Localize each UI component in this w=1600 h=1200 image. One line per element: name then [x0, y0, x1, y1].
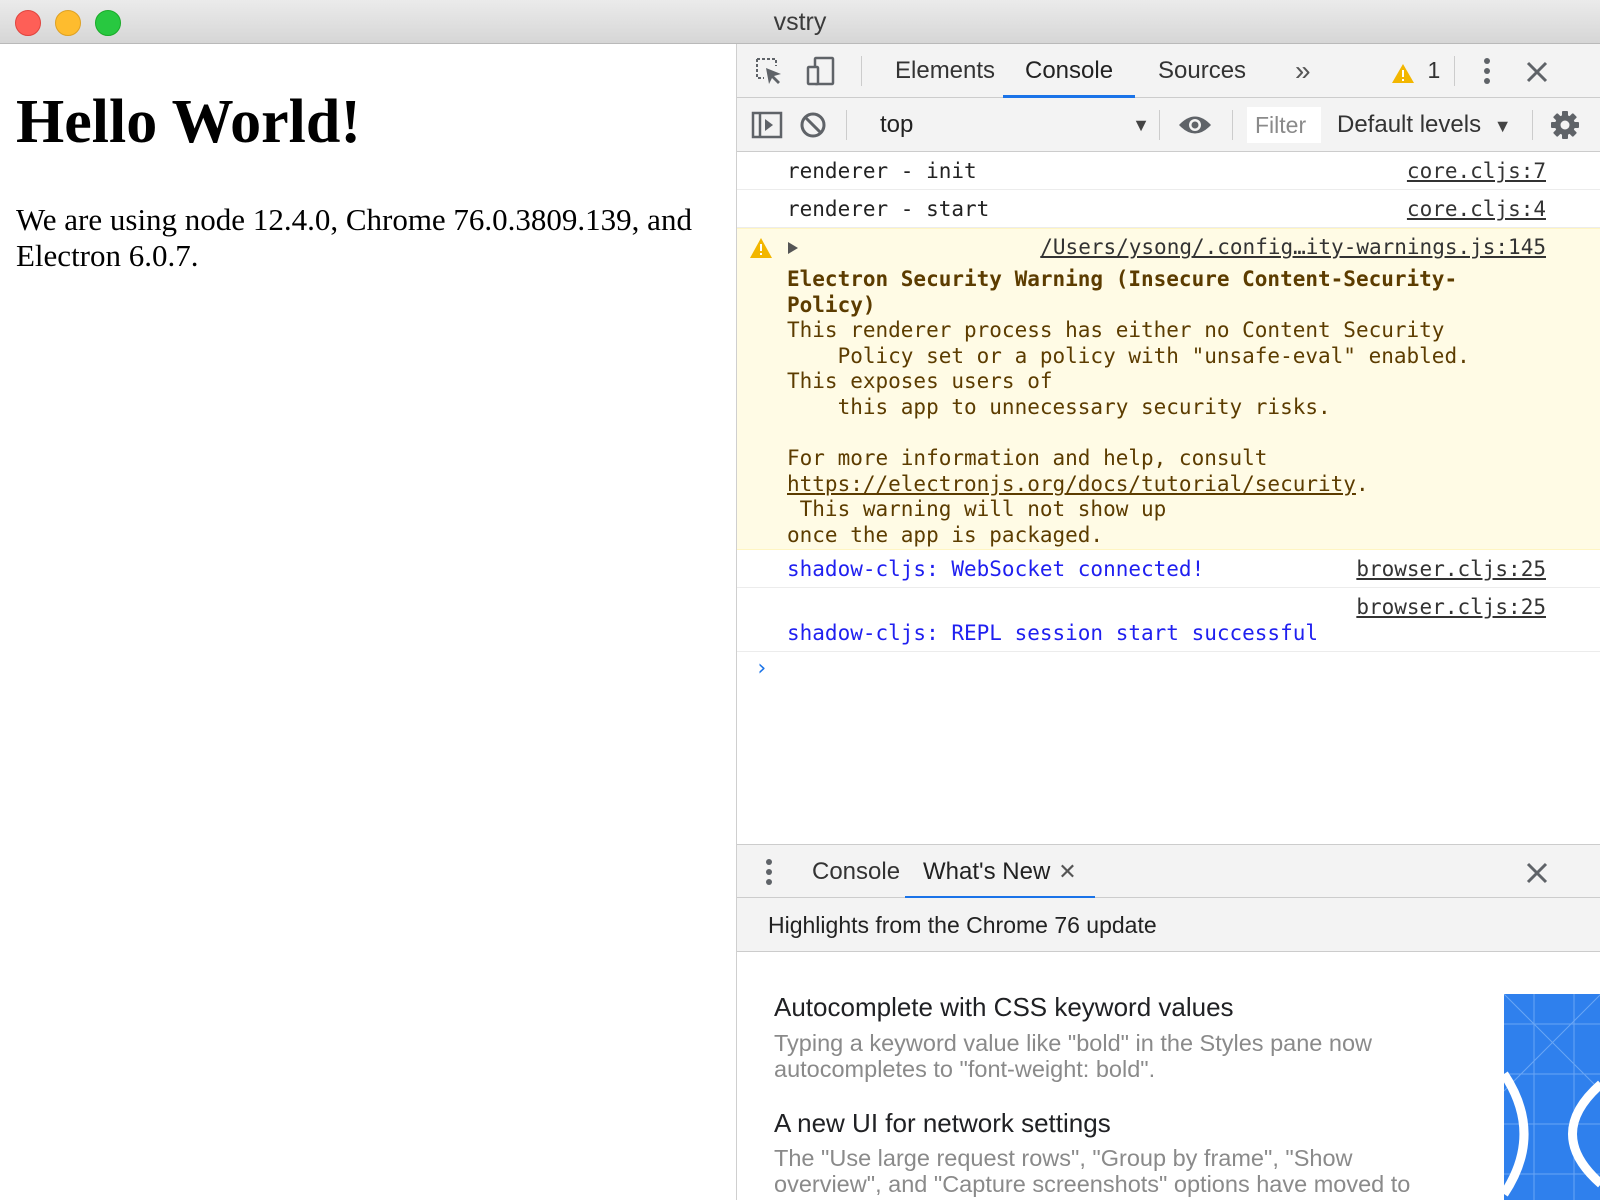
warning-body-line: This renderer process has either no Cont… — [787, 318, 1445, 343]
console-message-source-link[interactable]: core.cljs:7 — [1407, 159, 1546, 183]
drawer-menu-icon[interactable] — [757, 855, 781, 889]
console-message: renderer - start core.cljs:4 — [737, 190, 1600, 228]
console-message-text: shadow-cljs: REPL session start successf… — [787, 621, 1319, 645]
toolbar-divider — [1532, 110, 1533, 140]
page-viewport: Hello World! We are using node 12.4.0, C… — [0, 44, 736, 1200]
warning-body-line: this app to unnecessary security risks. — [787, 394, 1331, 419]
drawer-tab-console[interactable]: Console — [794, 845, 918, 899]
warning-title-line: Electron Security Warning (Insecure Cont… — [787, 267, 1458, 291]
console-message-text: renderer - start — [787, 197, 990, 221]
drawer-tab-whats-new[interactable]: What's New ✕ — [905, 845, 1095, 899]
warning-body-line: For more information and help, consult — [787, 446, 1268, 471]
whats-new-header: Highlights from the Chrome 76 update — [737, 898, 1600, 952]
warning-count: 1 — [1427, 57, 1441, 83]
warning-body-line: This exposes users of — [787, 369, 1053, 394]
tab-elements[interactable]: Elements — [873, 44, 1017, 98]
whats-new-item-description: The "Use large request rows", "Group by … — [774, 1145, 1411, 1200]
console-message: shadow-cljs: WebSocket connected! browse… — [737, 550, 1600, 588]
console-message-source-link[interactable]: /Users/ysong/.config…ity-warnings.js:145 — [1040, 235, 1546, 259]
filter-input[interactable]: Filter — [1247, 107, 1321, 143]
toolbar-divider — [846, 110, 847, 140]
console-message-source-link[interactable]: browser.cljs:25 — [1356, 557, 1546, 581]
warning-body-line: once the app is packaged. — [787, 522, 1104, 547]
whats-new-body[interactable]: Autocomplete with CSS keyword values Typ… — [737, 952, 1600, 1200]
link-suffix: . — [1355, 471, 1369, 496]
console-message: renderer - init core.cljs:7 — [737, 152, 1600, 190]
toolbar-divider — [1454, 56, 1455, 86]
log-levels-label: Default levels — [1337, 111, 1482, 138]
security-docs-link[interactable]: https://electronjs.org/docs/tutorial/sec… — [787, 472, 1356, 496]
live-expression-eye-icon[interactable] — [1175, 108, 1215, 142]
more-tabs-icon[interactable]: » — [1273, 44, 1333, 98]
warning-icon — [1392, 63, 1414, 83]
console-toolbar: top ▼ Filter Default levels ▼ — [737, 98, 1600, 152]
context-select-value: top — [880, 111, 914, 138]
inspect-element-icon[interactable] — [751, 53, 787, 89]
clear-console-icon[interactable] — [795, 108, 831, 142]
console-message-text: renderer - init — [787, 159, 977, 183]
tab-console[interactable]: Console — [1003, 44, 1136, 98]
console-output[interactable]: renderer - init core.cljs:7 renderer - s… — [737, 152, 1600, 844]
dropdown-arrow-icon: ▼ — [1132, 115, 1150, 135]
toolbar-divider — [861, 56, 862, 86]
close-drawer-icon[interactable] — [1521, 857, 1553, 889]
toolbar-divider — [1159, 110, 1160, 140]
warning-message-text: Electron Security Warning (Insecure Cont… — [787, 267, 1470, 549]
warning-body-line: This warning will not show up — [787, 497, 1167, 522]
window-title: vstry — [773, 8, 827, 36]
console-prompt-icon[interactable]: › — [755, 656, 768, 681]
close-tab-icon[interactable]: ✕ — [1058, 859, 1076, 884]
window-titlebar: vstry — [0, 0, 1600, 44]
warning-icon — [750, 238, 772, 258]
customize-menu-icon[interactable] — [1475, 54, 1499, 88]
warning-body-line: Policy set or a policy with "unsafe-eval… — [787, 343, 1470, 368]
expand-triangle-icon[interactable] — [787, 241, 799, 255]
context-select[interactable]: top ▼ — [880, 98, 1150, 152]
console-message-source-link[interactable]: browser.cljs:25 — [1356, 595, 1546, 619]
console-message-text: shadow-cljs: WebSocket connected! — [787, 557, 1205, 581]
console-message-source-link[interactable]: core.cljs:4 — [1407, 197, 1546, 221]
whats-new-item-description: Typing a keyword value like "bold" in th… — [774, 1030, 1372, 1082]
tab-sources[interactable]: Sources — [1136, 44, 1268, 98]
page-heading: Hello World! — [16, 88, 362, 156]
device-toolbar-icon[interactable] — [803, 53, 839, 89]
console-warning-message: /Users/ysong/.config…ity-warnings.js:145… — [737, 228, 1600, 550]
console-message: browser.cljs:25 shadow-cljs: REPL sessio… — [737, 588, 1600, 652]
devtools-main-toolbar: Elements Console Sources » 1 — [737, 44, 1600, 98]
drawer-tabbar: Console What's New ✕ — [737, 844, 1600, 899]
log-levels-dropdown[interactable]: Default levels ▼ — [1337, 98, 1512, 152]
show-sidebar-icon[interactable] — [749, 108, 785, 142]
whats-new-graphic — [1504, 994, 1600, 1200]
warning-title-line: Policy) — [787, 292, 876, 317]
page-paragraph: We are using node 12.4.0, Chrome 76.0.38… — [16, 202, 692, 273]
console-settings-gear-icon[interactable] — [1547, 108, 1583, 142]
whats-new-item-title[interactable]: Autocomplete with CSS keyword values — [774, 992, 1234, 1023]
toolbar-divider — [1232, 110, 1233, 140]
close-devtools-icon[interactable] — [1521, 56, 1553, 88]
warning-counter[interactable]: 1 — [1391, 57, 1440, 86]
whats-new-item-title[interactable]: A new UI for network settings — [774, 1108, 1111, 1139]
devtools-panel: Elements Console Sources » 1 top ▼ Filte… — [736, 44, 1600, 1200]
dropdown-arrow-icon: ▼ — [1493, 116, 1512, 136]
drawer-tab-label: What's New — [923, 858, 1051, 885]
